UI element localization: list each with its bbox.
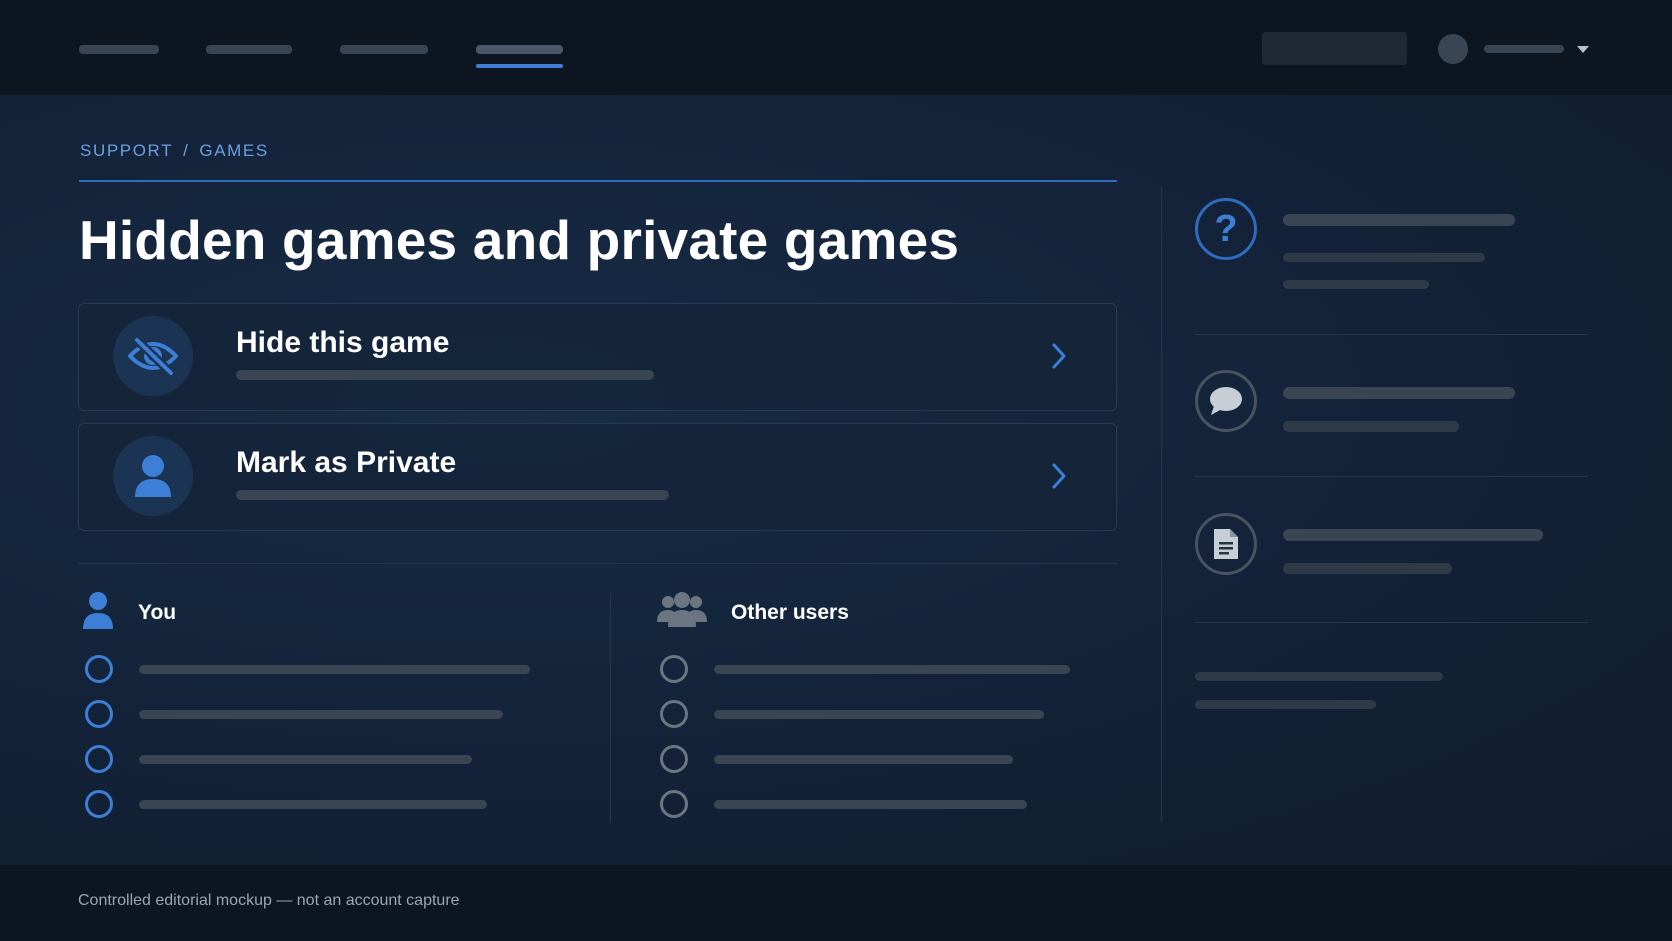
list-item-others-1 [714, 665, 1070, 674]
option-description-private [236, 490, 669, 500]
user-icon [113, 436, 193, 516]
breadcrumb-underline [79, 180, 1117, 182]
column-title-you: You [138, 601, 177, 624]
option-description-hide [236, 370, 654, 380]
eye-slash-icon [113, 316, 193, 396]
radio-you-3[interactable] [85, 745, 113, 773]
sidebar-link-help-title[interactable] [1283, 214, 1515, 226]
nav-active-indicator [476, 64, 563, 68]
list-item-you-3 [139, 755, 472, 764]
option-label-private: Mark as Private [236, 446, 457, 479]
chevron-right-icon [1050, 461, 1068, 496]
option-label-hide: Hide this game [236, 326, 450, 359]
page-title: Hidden games and private games [79, 209, 960, 271]
list-item-others-3 [714, 755, 1013, 764]
radio-others-3[interactable] [660, 745, 688, 773]
document-icon[interactable] [1195, 513, 1257, 575]
list-item-others-2 [714, 710, 1044, 719]
avatar[interactable] [1438, 34, 1468, 64]
list-item-you-4 [139, 800, 487, 809]
sidebar-separator [1195, 476, 1588, 477]
chevron-down-icon[interactable] [1577, 46, 1589, 53]
section-divider [78, 563, 1117, 564]
sidebar-link-chat-title[interactable] [1283, 387, 1515, 399]
sidebar-note-line-2 [1195, 700, 1376, 709]
account-name[interactable] [1484, 45, 1564, 53]
radio-others-1[interactable] [660, 655, 688, 683]
sidebar-link-docs-title[interactable] [1283, 529, 1543, 541]
sidebar-separator [1195, 622, 1588, 623]
breadcrumb-support[interactable]: SUPPORT [80, 141, 173, 161]
breadcrumb-games[interactable]: GAMES [199, 141, 268, 161]
radio-you-1[interactable] [85, 655, 113, 683]
breadcrumb-separator: / [183, 141, 190, 160]
nav-item-3[interactable] [340, 45, 428, 54]
chevron-right-icon [1050, 341, 1068, 376]
radio-others-4[interactable] [660, 790, 688, 818]
column-divider [610, 593, 611, 823]
list-item-you-1 [139, 665, 530, 674]
hide-game-option[interactable]: Hide this game [78, 303, 1117, 411]
nav-item-1[interactable] [79, 45, 159, 54]
radio-others-2[interactable] [660, 700, 688, 728]
nav-item-active[interactable] [476, 45, 563, 54]
list-item-others-4 [714, 800, 1027, 809]
chat-bubble-icon[interactable] [1195, 370, 1257, 432]
radio-you-4[interactable] [85, 790, 113, 818]
sidebar-link-chat-line [1283, 421, 1459, 432]
users-group-icon [657, 592, 707, 633]
nav-item-2[interactable] [206, 45, 292, 54]
sidebar-note-line-1 [1195, 672, 1443, 681]
list-item-you-2 [139, 710, 503, 719]
user-icon [82, 592, 114, 635]
top-nav-bar [0, 0, 1672, 95]
breadcrumb: SUPPORT / GAMES [80, 141, 269, 161]
question-icon[interactable]: ? [1195, 198, 1257, 260]
sidebar-link-help-line-2 [1283, 280, 1429, 289]
sidebar-link-help-line-1 [1283, 253, 1485, 262]
top-action-button[interactable] [1262, 32, 1407, 65]
sidebar-divider [1161, 186, 1162, 823]
column-title-others: Other users [731, 601, 849, 624]
radio-you-2[interactable] [85, 700, 113, 728]
sidebar-link-docs-line [1283, 563, 1452, 574]
mark-private-option[interactable]: Mark as Private [78, 423, 1117, 531]
footer-note: Controlled editorial mockup — not an acc… [78, 892, 460, 909]
sidebar-separator [1195, 334, 1588, 335]
